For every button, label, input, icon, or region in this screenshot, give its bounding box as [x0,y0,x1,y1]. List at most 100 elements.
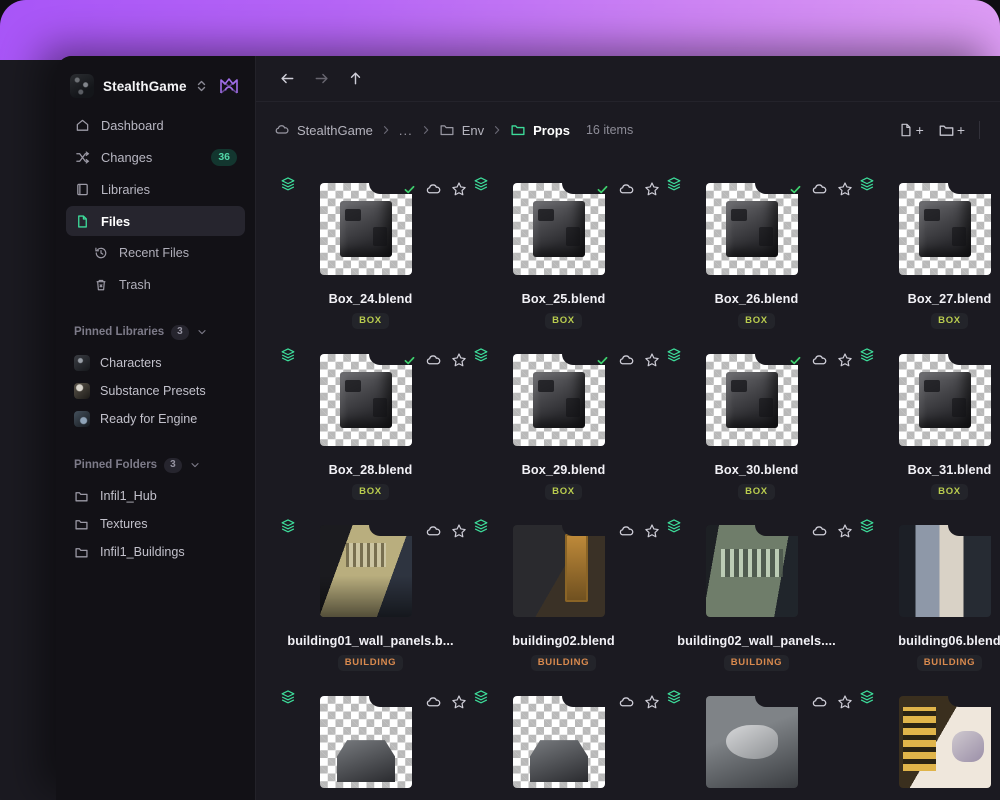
file-card[interactable]: building06.blend BUILDING [853,500,1000,671]
layers-icon[interactable] [473,689,489,705]
cloud-icon[interactable] [811,694,828,711]
new-folder-button[interactable]: + [938,122,965,139]
layers-icon[interactable] [473,176,489,192]
breadcrumb-item-env[interactable]: Env [439,122,484,138]
star-icon[interactable] [837,694,853,710]
back-button[interactable] [274,66,300,92]
file-card-preview[interactable] [274,512,467,625]
file-card[interactable] [467,671,660,796]
star-icon[interactable] [837,523,853,539]
sidebar-item-recent-files[interactable]: Recent Files [66,238,245,268]
file-card-preview[interactable] [853,683,1000,796]
file-card-preview[interactable] [853,341,1000,454]
file-tag-badge[interactable]: BOX [545,313,582,329]
file-tag-badge[interactable]: BUILDING [916,655,983,671]
file-card-preview[interactable] [467,170,660,283]
file-card[interactable]: building01_wall_panels.b... BUILDING [274,500,467,671]
file-card[interactable]: Box_30.blend BOX [660,329,853,500]
file-card-preview[interactable] [853,512,1000,625]
star-icon[interactable] [644,523,660,539]
up-button[interactable] [342,66,368,92]
file-card[interactable]: Box_24.blend BOX [274,158,467,329]
file-card[interactable]: Box_26.blend BOX [660,158,853,329]
layers-icon[interactable] [859,176,875,192]
chevron-updown-icon[interactable] [196,79,207,93]
anchorpoint-logo-icon[interactable] [219,77,241,95]
breadcrumb-item-props[interactable]: Props [510,122,570,138]
file-card[interactable]: Box_29.blend BOX [467,329,660,500]
star-icon[interactable] [451,181,467,197]
file-grid-scroll[interactable]: Box_24.blend BOX Box_25.blend BOX Box_26.ble… [256,158,1000,800]
file-card[interactable] [853,671,1000,796]
cloud-icon[interactable] [811,181,828,198]
workspace-switcher[interactable]: StealthGame [66,62,245,110]
layers-icon[interactable] [666,689,682,705]
file-card[interactable]: building02_wall_panels.... BUILDING [660,500,853,671]
file-card[interactable]: building02.blend BUILDING [467,500,660,671]
file-card-preview[interactable] [274,683,467,796]
file-card-preview[interactable] [274,170,467,283]
pinned-library-substance-presets[interactable]: Substance Presets [66,377,245,405]
file-card[interactable] [274,671,467,796]
star-icon[interactable] [451,523,467,539]
layers-icon[interactable] [859,518,875,534]
file-card-preview[interactable] [660,683,853,796]
cloud-icon[interactable] [425,352,442,369]
layers-icon[interactable] [280,518,296,534]
file-tag-badge[interactable]: BOX [931,484,968,500]
cloud-icon[interactable] [618,523,635,540]
layers-icon[interactable] [280,347,296,363]
cloud-icon[interactable] [811,523,828,540]
file-tag-badge[interactable]: BOX [738,313,775,329]
star-icon[interactable] [644,181,660,197]
file-card-preview[interactable] [660,341,853,454]
cloud-icon[interactable] [618,694,635,711]
pinned-library-characters[interactable]: Characters [66,349,245,377]
file-card[interactable] [660,671,853,796]
star-icon[interactable] [837,352,853,368]
file-tag-badge[interactable]: BUILDING [530,655,597,671]
file-tag-badge[interactable]: BOX [352,484,389,500]
layers-icon[interactable] [859,689,875,705]
pinned-folder-textures[interactable]: Textures [66,510,245,538]
layers-icon[interactable] [473,347,489,363]
star-icon[interactable] [644,694,660,710]
file-tag-badge[interactable]: BOX [545,484,582,500]
star-icon[interactable] [644,352,660,368]
pinned-libraries-header[interactable]: Pinned Libraries 3 [66,318,245,346]
file-tag-badge[interactable]: BOX [931,313,968,329]
layers-icon[interactable] [473,518,489,534]
pinned-library-ready-for-engine[interactable]: Ready for Engine [66,405,245,433]
cloud-icon[interactable] [425,181,442,198]
layers-icon[interactable] [666,176,682,192]
sidebar-item-trash[interactable]: Trash [66,270,245,300]
file-card-preview[interactable] [660,170,853,283]
sidebar-item-libraries[interactable]: Libraries [66,174,245,204]
pinned-folder-infil1-buildings[interactable]: Infil1_Buildings [66,538,245,566]
star-icon[interactable] [451,352,467,368]
file-card-preview[interactable] [274,341,467,454]
file-card[interactable]: Box_28.blend BOX [274,329,467,500]
sidebar-item-dashboard[interactable]: Dashboard [66,110,245,140]
cloud-icon[interactable] [618,181,635,198]
pinned-folders-header[interactable]: Pinned Folders 3 [66,451,245,479]
file-card-preview[interactable] [853,170,1000,283]
file-card-preview[interactable] [467,512,660,625]
new-file-button[interactable]: + [898,122,924,138]
sidebar-item-files[interactable]: Files [66,206,245,236]
forward-button[interactable] [308,66,334,92]
pinned-folder-infil1-hub[interactable]: Infil1_Hub [66,482,245,510]
file-card[interactable]: Box_25.blend BOX [467,158,660,329]
file-card[interactable]: Box_27.blend BOX [853,158,1000,329]
layers-icon[interactable] [666,347,682,363]
breadcrumb-item-stealthgame[interactable]: StealthGame [274,122,373,138]
file-card[interactable]: Box_31.blend BOX [853,329,1000,500]
layers-icon[interactable] [859,347,875,363]
star-icon[interactable] [837,181,853,197]
star-icon[interactable] [451,694,467,710]
layers-icon[interactable] [666,518,682,534]
file-card-preview[interactable] [467,683,660,796]
file-tag-badge[interactable]: BOX [738,484,775,500]
sidebar-item-changes[interactable]: Changes 36 [66,142,245,172]
file-tag-badge[interactable]: BUILDING [337,655,404,671]
